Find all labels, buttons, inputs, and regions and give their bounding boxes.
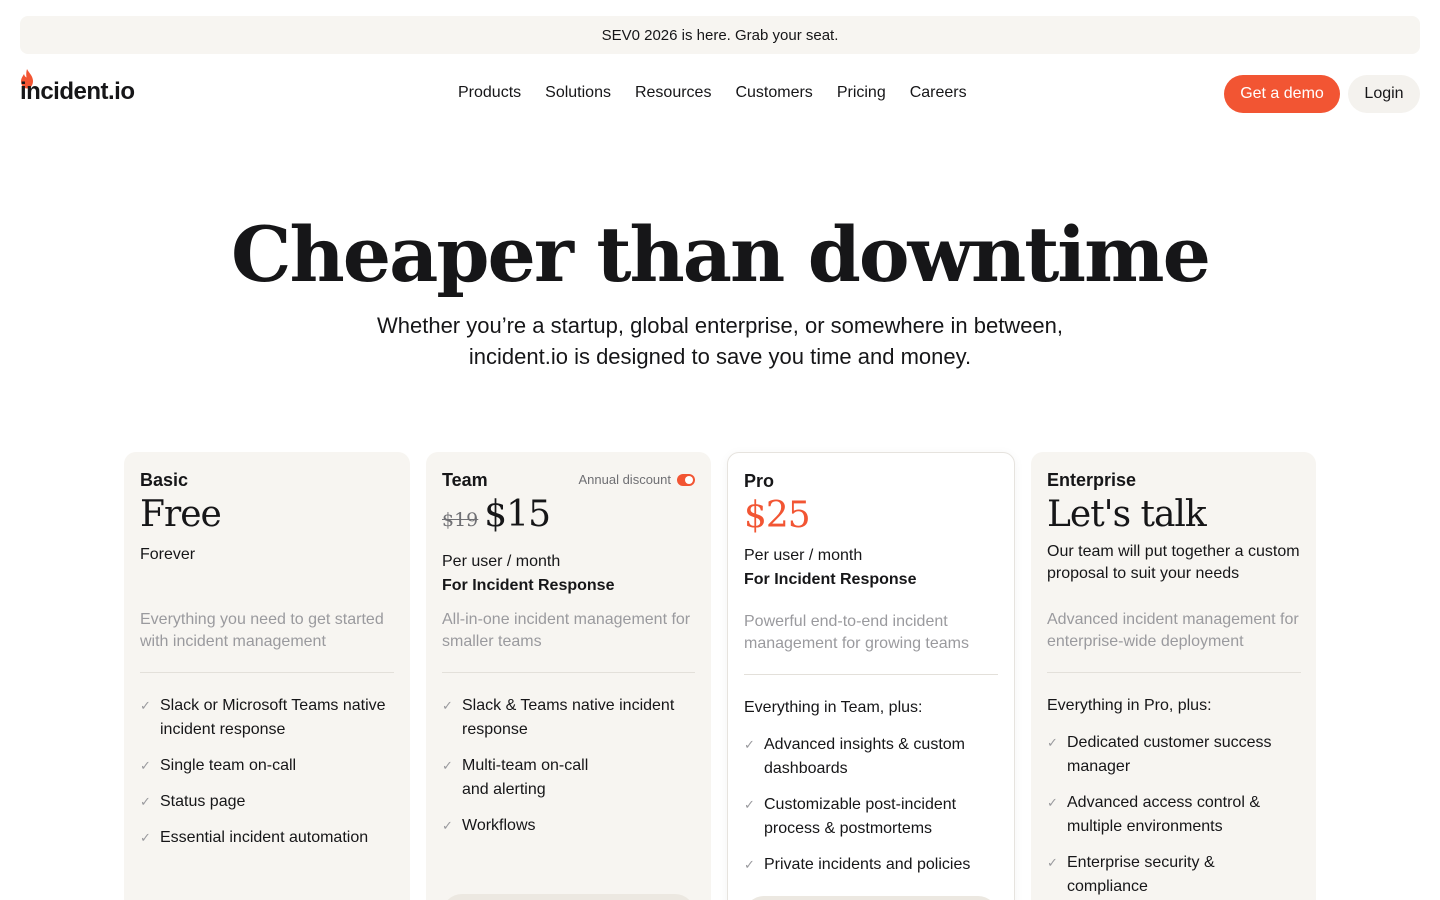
check-icon: ✓ — [442, 818, 453, 833]
plan-name: Enterprise — [1047, 470, 1137, 490]
feature-item: ✓ Slack or Microsoft Teams native inciden… — [140, 694, 394, 742]
feature-item: ✓ Multi-team on-call and alerting — [442, 754, 696, 802]
plan-description: Powerful end-to-end incident management … — [744, 613, 969, 652]
plan-card-enterprise: Enterprise Let's talk Our team will put … — [1031, 452, 1316, 900]
plan-period: Our team will put together a custom prop… — [1047, 543, 1300, 582]
check-icon: ✓ — [744, 797, 755, 812]
nav-link-resources[interactable]: Resources — [635, 84, 711, 102]
nav-link-customers[interactable]: Customers — [735, 84, 812, 102]
feature-item: ✓ Status page — [140, 790, 394, 814]
feature-item: ✓ Enterprise security & compliance — [1047, 851, 1301, 899]
page-title: Cheaper than downtime — [231, 210, 1211, 299]
feature-item: ✓ Customizable post-incident process & po… — [744, 793, 998, 841]
feature-section: Everything in Team, plus: ✓ Advanced insi… — [744, 697, 998, 889]
plan-name: Pro — [744, 471, 775, 491]
feature-item: ✓ Slack & Teams native incident response — [442, 694, 696, 742]
check-icon: ✓ — [442, 698, 453, 713]
select-plan-button[interactable] — [744, 896, 998, 900]
divider — [140, 672, 394, 673]
announcement-banner[interactable]: SEV0 2026 is here. Grab your seat. — [20, 16, 1420, 54]
check-icon: ✓ — [140, 830, 151, 845]
plan-current-price: $15 — [484, 494, 551, 535]
select-plan-button[interactable] — [442, 894, 695, 900]
hero-subtitle: Whether you’re a startup, global enterpr… — [320, 310, 1120, 372]
top-nav: incident.io Products Solutions Resources… — [0, 69, 1440, 118]
nav-link-products[interactable]: Products — [458, 84, 521, 102]
feature-item: ✓ Advanced access control & multiple envi… — [1047, 791, 1301, 839]
annual-discount-toggle[interactable]: Annual discount — [578, 472, 695, 487]
banner-text: SEV0 2026 is here. Grab your seat. — [601, 26, 839, 44]
plan-description: Everything you need to get started with … — [140, 611, 384, 650]
logo-text: incident.io — [20, 78, 135, 105]
plan-description: All-in-one incident management for small… — [442, 611, 691, 650]
feature-item: ✓ Advanced insights & custom dashboards — [744, 733, 998, 781]
plan-focus: For Incident Response — [744, 571, 917, 588]
plan-name: Basic — [140, 470, 189, 490]
plan-period: Per user / month — [442, 553, 561, 570]
plan-period: Forever — [140, 546, 196, 563]
check-icon: ✓ — [140, 698, 151, 713]
check-icon: ✓ — [1047, 735, 1058, 750]
check-icon: ✓ — [1047, 795, 1058, 810]
feature-item: ✓ Private incidents and policies — [744, 853, 998, 877]
check-icon: ✓ — [744, 737, 755, 752]
plan-card-basic: Basic Free Forever Everything you need t… — [124, 452, 410, 900]
hero-subtitle-line-1: Whether you’re a startup, global enterpr… — [376, 313, 1064, 338]
check-icon: ✓ — [140, 794, 151, 809]
plan-period: Per user / month — [744, 547, 863, 564]
nav-link-pricing[interactable]: Pricing — [837, 84, 886, 102]
feature-list: ✓ Slack or Microsoft Teams native inciden… — [140, 694, 394, 862]
plan-includes-label: Everything in Team, plus: — [744, 699, 923, 716]
plan-price: Let's talk — [1047, 494, 1207, 535]
feature-section: Everything in Pro, plus: ✓ Dedicated cust… — [1047, 695, 1301, 900]
get-demo-button[interactable]: Get a demo — [1224, 75, 1340, 113]
check-icon: ✓ — [744, 857, 755, 872]
plan-includes-label: Everything in Pro, plus: — [1047, 697, 1212, 714]
check-icon: ✓ — [1047, 855, 1058, 870]
plan-price: Free — [140, 494, 222, 535]
feature-item: ✓ Essential incident automation — [140, 826, 394, 850]
plan-card-team: Team Annual discount $19 $15 Per user / m… — [426, 452, 711, 900]
feature-item: ✓ Single team on-call — [140, 754, 394, 778]
logo[interactable]: incident.io — [20, 69, 135, 110]
hero-subtitle-line-2: incident.io is designed to save you time… — [468, 344, 972, 369]
toggle-switch-icon[interactable] — [677, 473, 695, 486]
plan-description: Advanced incident management for enterpr… — [1047, 611, 1299, 650]
check-icon: ✓ — [442, 758, 453, 773]
check-icon: ✓ — [140, 758, 151, 773]
plan-focus: For Incident Response — [442, 577, 615, 594]
plan-card-pro: Pro $25 Per user / month For Incident Re… — [727, 452, 1015, 900]
plan-price: $19 $15 — [442, 493, 695, 542]
plan-price: $25 — [744, 495, 811, 536]
login-button[interactable]: Login — [1348, 75, 1420, 113]
divider — [442, 672, 695, 673]
nav-link-solutions[interactable]: Solutions — [545, 84, 611, 102]
plan-old-price: $19 — [442, 509, 479, 531]
feature-item: ✓ Dedicated customer success manager — [1047, 731, 1301, 779]
feature-item: ✓ Workflows — [442, 814, 696, 838]
feature-list: ✓ Slack & Teams native incident response … — [442, 694, 696, 850]
divider — [1047, 672, 1301, 673]
nav-link-careers[interactable]: Careers — [910, 84, 967, 102]
nav-links: Products Solutions Resources Customers P… — [458, 84, 967, 102]
annual-discount-label: Annual discount — [578, 472, 671, 487]
divider — [744, 674, 998, 675]
